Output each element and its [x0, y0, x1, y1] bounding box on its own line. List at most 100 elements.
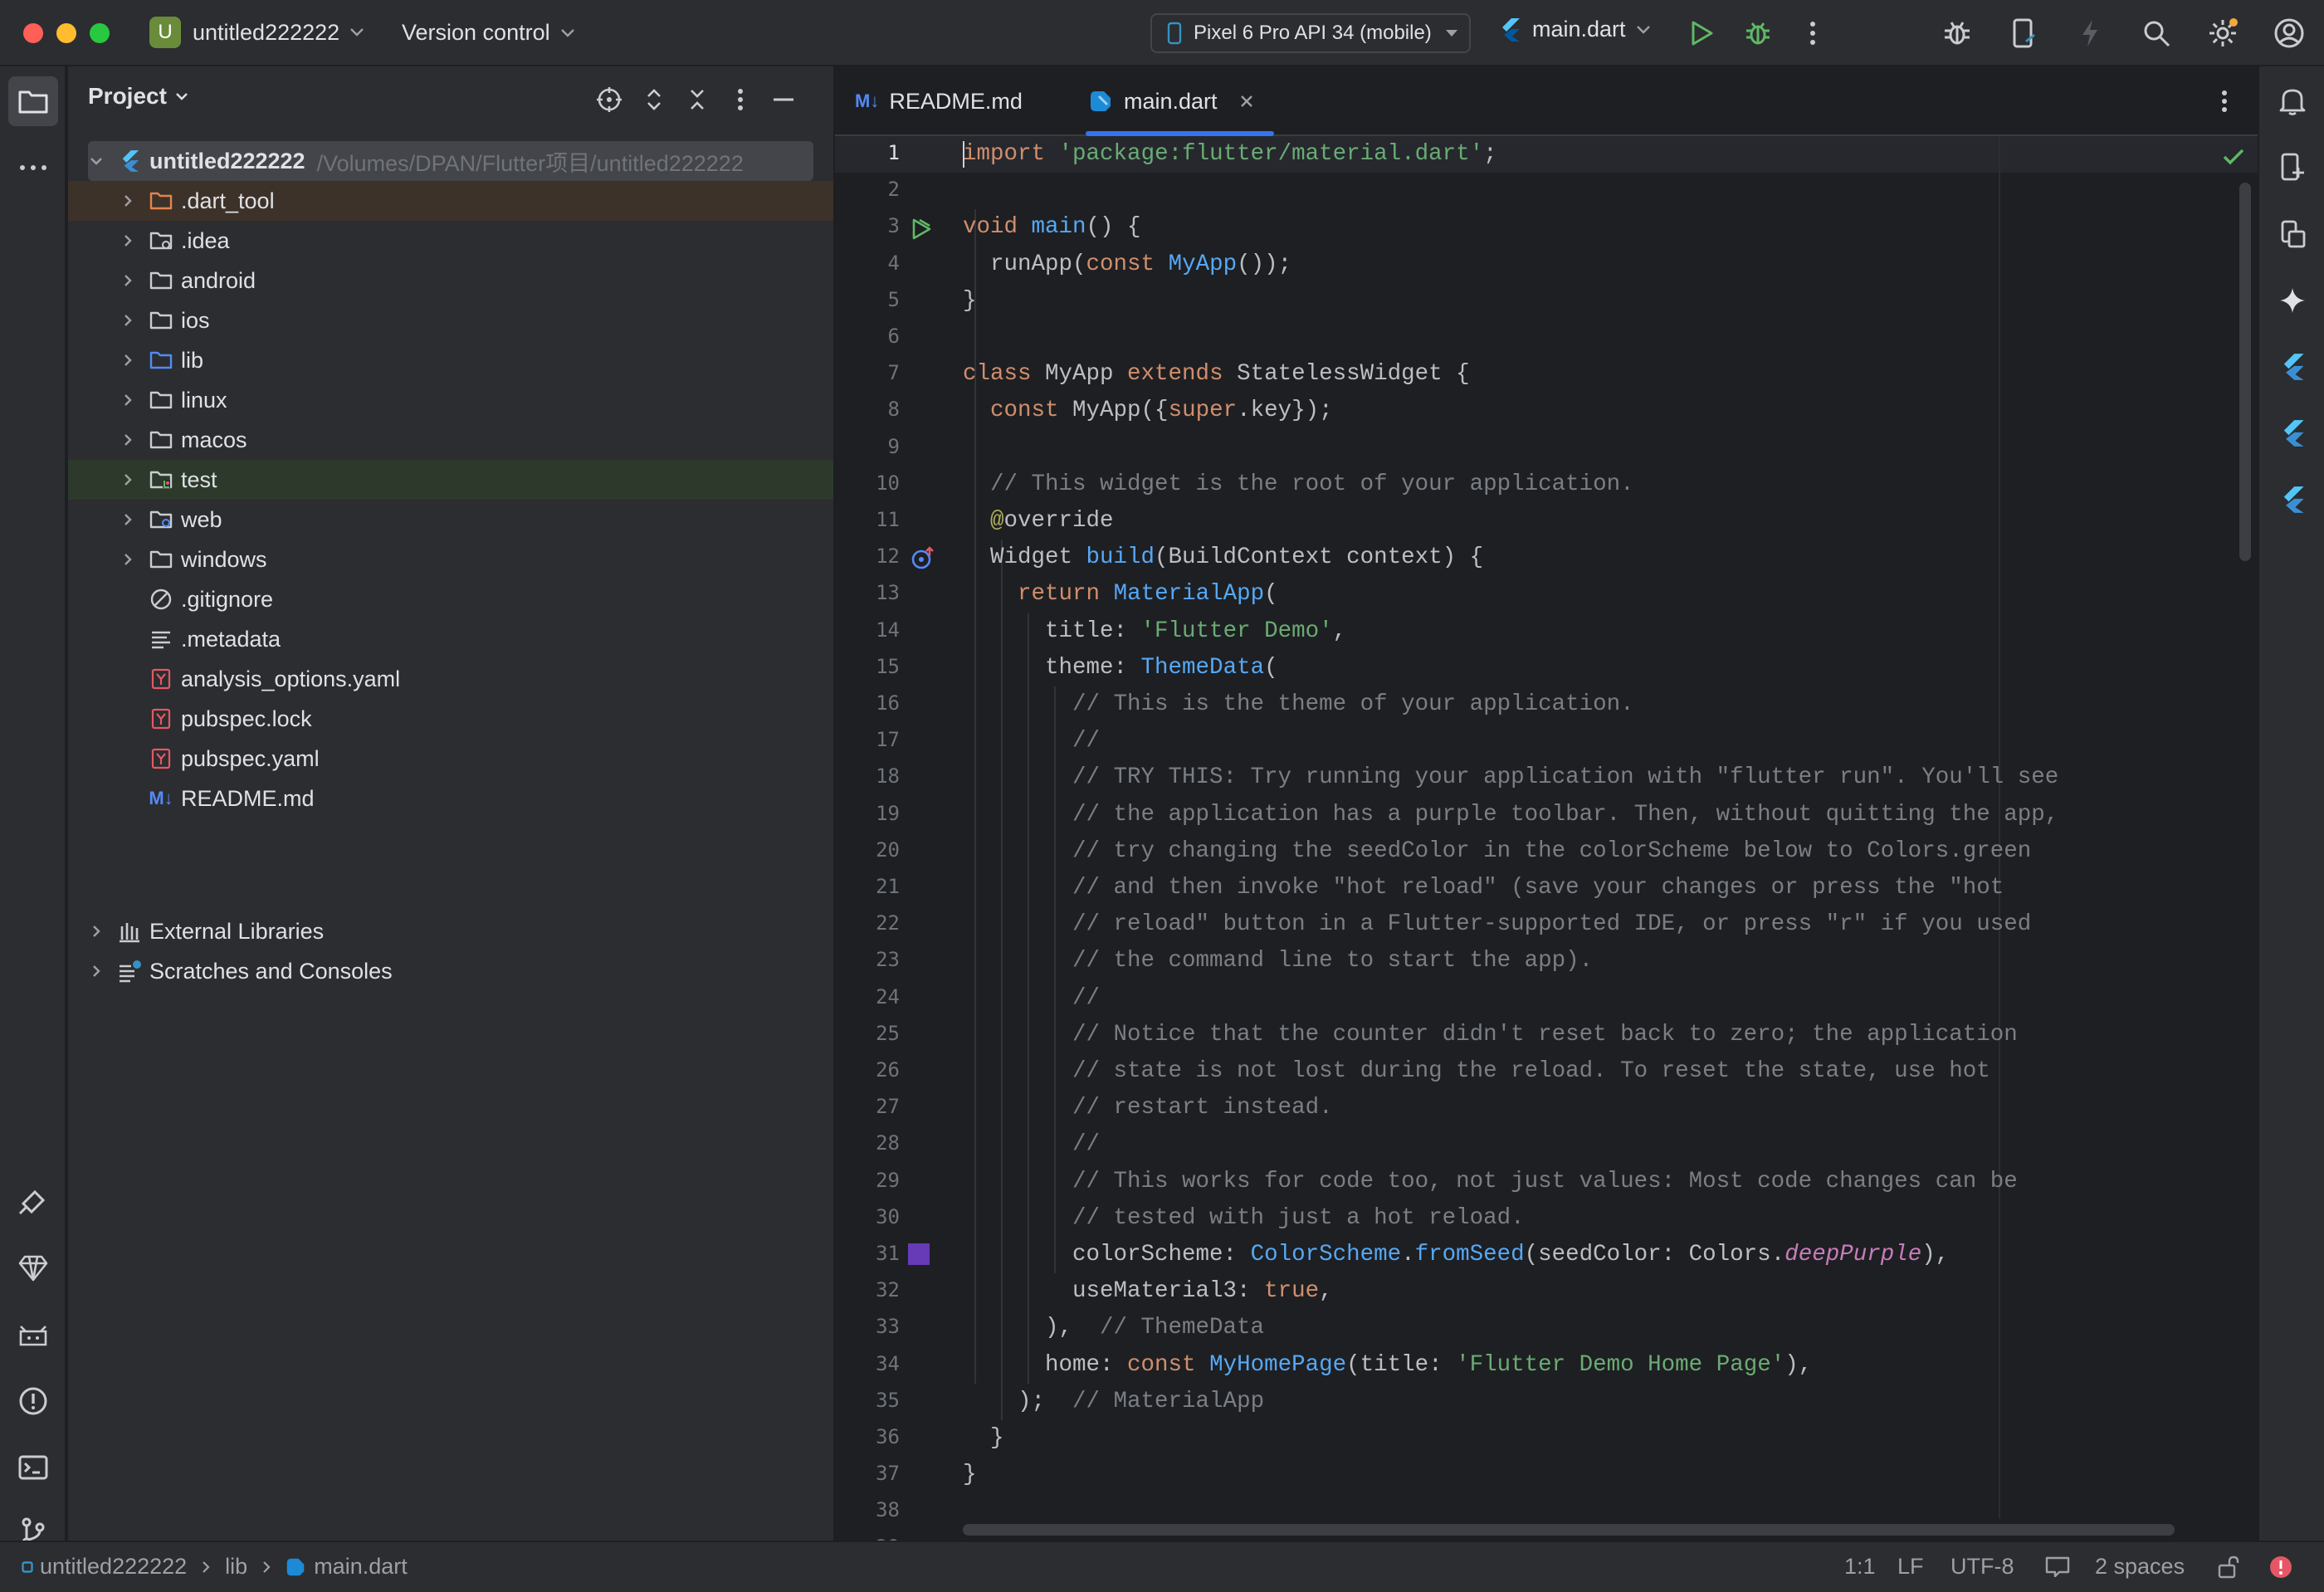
line-number[interactable]: 14 [835, 618, 900, 642]
gemini-sparkle-icon[interactable] [2268, 276, 2317, 325]
code-line[interactable]: // This widget is the root of your appli… [963, 466, 1634, 503]
code-line[interactable]: // state is not lost during the reload. … [963, 1053, 1990, 1090]
code-line[interactable]: // reload" button in a Flutter-supported… [963, 906, 2031, 943]
line-number[interactable]: 28 [835, 1131, 900, 1155]
code-line[interactable]: ), // ThemeData [963, 1310, 1264, 1346]
tree-item-dart-tool[interactable]: .dart_tool [68, 181, 833, 221]
line-number[interactable]: 19 [835, 802, 900, 825]
tree-item-pubspec-lock[interactable]: pubspec.lock [68, 699, 833, 739]
line-number[interactable]: 30 [835, 1205, 900, 1228]
code-line[interactable]: } [963, 283, 977, 320]
line-number[interactable]: 38 [835, 1498, 900, 1521]
flutter-outline-icon[interactable] [2268, 475, 2317, 525]
code-line[interactable]: } [963, 1457, 977, 1493]
tab-readme[interactable]: M↓ README.md [855, 66, 1023, 136]
code-line[interactable]: } [963, 1420, 1004, 1457]
tree-item-android[interactable]: android [68, 261, 833, 300]
line-number[interactable]: 29 [835, 1169, 900, 1192]
attach-debugger-icon[interactable] [1939, 15, 1975, 51]
tree-item-web[interactable]: web [68, 500, 833, 540]
breadcrumb-folder[interactable]: lib [225, 1554, 247, 1580]
breadcrumb-file[interactable]: main.dart [314, 1554, 408, 1580]
code-line[interactable]: Widget build(BuildContext context) { [963, 540, 1483, 576]
logcat-icon[interactable] [8, 1310, 58, 1360]
line-number[interactable]: 12 [835, 545, 900, 568]
line-number[interactable]: 33 [835, 1315, 900, 1338]
debug-icon[interactable] [1740, 15, 1776, 51]
code-line[interactable]: // the application has a purple toolbar.… [963, 797, 2058, 833]
code-line[interactable]: // This works for code too, not just val… [963, 1164, 2018, 1200]
external-libraries-row[interactable]: External Libraries [68, 911, 833, 951]
line-number[interactable]: 18 [835, 764, 900, 788]
tree-item-lib[interactable]: lib [68, 340, 833, 380]
close-window-button[interactable] [23, 23, 43, 43]
tree-item-test[interactable]: test [68, 460, 833, 500]
line-number[interactable]: 31 [835, 1242, 900, 1265]
line-number[interactable]: 7 [835, 361, 900, 384]
line-number[interactable]: 21 [835, 875, 900, 898]
code-line[interactable]: // [963, 1126, 1100, 1163]
line-number[interactable]: 35 [835, 1389, 900, 1412]
line-number[interactable]: 24 [835, 985, 900, 1008]
line-number[interactable]: 27 [835, 1095, 900, 1118]
device-manager-panel-icon[interactable] [2268, 143, 2317, 193]
line-separator[interactable]: LF [1897, 1554, 1924, 1580]
version-control-menu[interactable]: Version control [402, 20, 575, 46]
device-selector[interactable]: Pixel 6 Pro API 34 (mobile) [1150, 13, 1471, 53]
code-line[interactable]: // TRY THIS: Try running your applicatio… [963, 759, 2058, 796]
project-tool-icon[interactable] [8, 76, 58, 126]
code-line[interactable]: // [963, 723, 1100, 759]
file-encoding[interactable]: UTF-8 [1950, 1554, 2014, 1580]
running-devices-icon[interactable] [2268, 209, 2317, 259]
line-number[interactable]: 3 [835, 214, 900, 237]
build-tools-icon[interactable] [8, 1177, 58, 1227]
flutter-performance-icon[interactable] [2268, 408, 2317, 458]
line-number[interactable]: 32 [835, 1278, 900, 1301]
breadcrumb-project[interactable]: untitled222222 [40, 1554, 187, 1580]
reader-mode-icon[interactable] [2045, 1555, 2070, 1577]
code-line[interactable]: import 'package:flutter/material.dart'; [963, 136, 1497, 173]
code-line[interactable]: const MyApp({super.key}); [963, 393, 1333, 429]
line-number[interactable]: 5 [835, 288, 900, 311]
code-line[interactable]: useMaterial3: true, [963, 1273, 1333, 1310]
run-icon[interactable] [1683, 15, 1720, 51]
account-icon[interactable] [2271, 15, 2307, 51]
no-problems-check-icon[interactable] [2223, 148, 2244, 166]
line-number[interactable]: 13 [835, 581, 900, 604]
code-line[interactable]: runApp(const MyApp()); [963, 247, 1291, 283]
device-manager-icon[interactable] [2005, 15, 2042, 51]
horizontal-scrollbar-thumb[interactable] [963, 1524, 2175, 1536]
expand-all-icon[interactable] [636, 81, 672, 118]
tree-item-analysis-options-yaml[interactable]: analysis_options.yaml [68, 659, 833, 699]
line-number[interactable]: 15 [835, 655, 900, 678]
line-number[interactable]: 8 [835, 398, 900, 421]
code-line[interactable]: title: 'Flutter Demo', [963, 613, 1346, 650]
vertical-scrollbar-thumb[interactable] [2239, 183, 2251, 561]
project-selector[interactable]: U untitled222222 [149, 17, 364, 48]
indent-setting[interactable]: 2 spaces [2095, 1554, 2185, 1580]
more-tools-icon[interactable] [8, 143, 58, 193]
line-number[interactable]: 34 [835, 1352, 900, 1375]
code-line[interactable]: // tested with just a hot reload. [963, 1200, 1525, 1237]
code-line[interactable]: // [963, 980, 1100, 1017]
notifications-bell-icon[interactable] [2268, 76, 2317, 126]
line-number[interactable]: 17 [835, 728, 900, 751]
line-number[interactable]: 10 [835, 471, 900, 495]
tree-item-idea[interactable]: .idea [68, 221, 833, 261]
tab-main-dart[interactable]: main.dart [1086, 66, 1274, 136]
run-config-selector[interactable]: main.dart [1499, 17, 1651, 42]
code-line[interactable]: return MaterialApp( [963, 576, 1278, 613]
more-vertical-icon[interactable] [1794, 15, 1831, 51]
caret-position[interactable]: 1:1 [1844, 1554, 1876, 1580]
line-number[interactable]: 22 [835, 911, 900, 935]
collapse-all-icon[interactable] [679, 81, 715, 118]
minimize-window-button[interactable] [56, 23, 76, 43]
search-icon[interactable] [2138, 15, 2175, 51]
panel-options-icon[interactable] [722, 81, 759, 118]
tree-item-metadata[interactable]: .metadata [68, 619, 833, 659]
tree-item-linux[interactable]: linux [68, 380, 833, 420]
line-number[interactable]: 25 [835, 1022, 900, 1045]
line-number[interactable]: 23 [835, 948, 900, 971]
settings-gear-icon[interactable] [2204, 15, 2241, 51]
override-gutter-icon[interactable] [911, 546, 936, 571]
